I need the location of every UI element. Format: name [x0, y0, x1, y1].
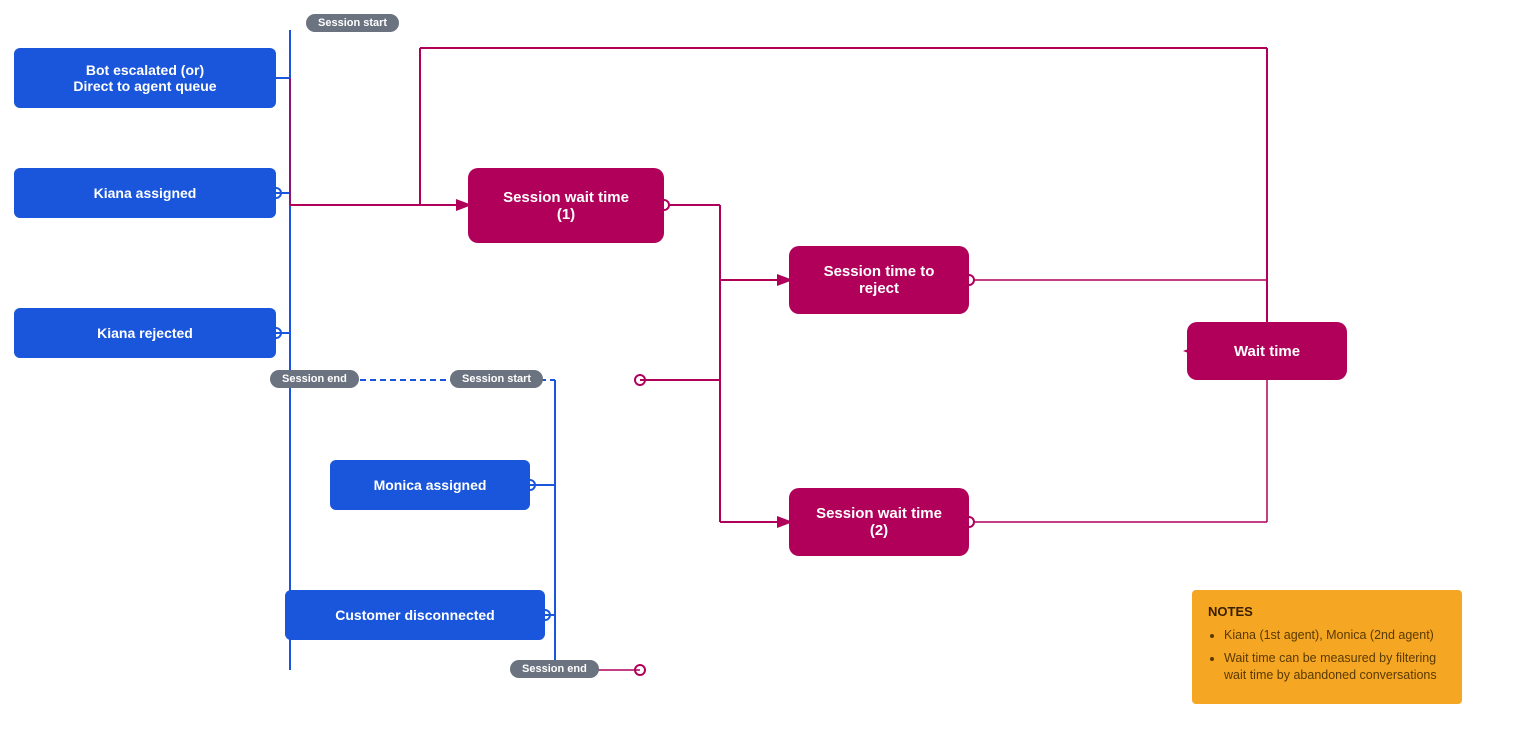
session-end-pill-1: Session end [270, 370, 359, 388]
monica-assigned-box: Monica assigned [330, 460, 530, 510]
bot-escalated-box: Bot escalated (or) Direct to agent queue [14, 48, 276, 108]
wait-time-box: Wait time [1187, 322, 1347, 380]
session-wait-time-1-box: Session wait time (1) [468, 168, 664, 243]
notes-box: NOTES Kiana (1st agent), Monica (2nd age… [1192, 590, 1462, 704]
customer-disconnected-box: Customer disconnected [285, 590, 545, 640]
session-start-pill-1: Session start [306, 14, 399, 32]
session-wait-time-2-box: Session wait time (2) [789, 488, 969, 556]
notes-title: NOTES [1208, 604, 1446, 619]
session-end-pill-2: Session end [510, 660, 599, 678]
kiana-assigned-box: Kiana assigned [14, 168, 276, 218]
session-start-pill-2: Session start [450, 370, 543, 388]
kiana-rejected-box: Kiana rejected [14, 308, 276, 358]
diagram-container: Session start Session end Session start … [0, 0, 1536, 738]
notes-item-2: Wait time can be measured by filtering w… [1224, 650, 1446, 685]
notes-list: Kiana (1st agent), Monica (2nd agent) Wa… [1208, 627, 1446, 685]
notes-item-1: Kiana (1st agent), Monica (2nd agent) [1224, 627, 1446, 645]
session-time-to-reject-box: Session time to reject [789, 246, 969, 314]
